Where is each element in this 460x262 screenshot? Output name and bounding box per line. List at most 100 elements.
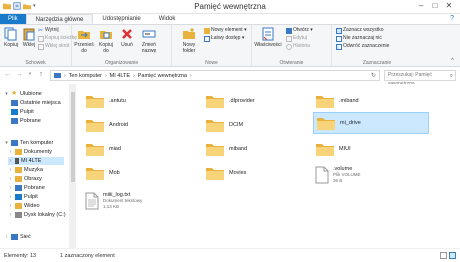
list-item[interactable]: miband <box>203 138 319 160</box>
nav-local-disk[interactable]: › Dysk lokalny (C:) <box>8 211 66 219</box>
nav-downloads-pc[interactable]: › Pobrane <box>8 184 45 192</box>
expand-icon[interactable]: ▾ <box>4 140 9 146</box>
rename-button[interactable]: Zmień nazwę <box>138 27 160 54</box>
move-to-button[interactable]: Przenieś do <box>74 27 94 54</box>
nav-documents[interactable]: › Dokumenty <box>8 148 52 156</box>
nav-downloads[interactable]: Pobrane <box>11 117 41 125</box>
desktop-icon <box>15 194 22 200</box>
nav-recent[interactable]: Ostatnie miejsca <box>11 99 61 107</box>
list-item[interactable]: .dlprovider <box>203 90 319 112</box>
collapse-arrow-icon[interactable]: › <box>8 167 13 173</box>
list-item[interactable]: .antutu <box>83 90 199 112</box>
select-all-button[interactable]: Zaznacz wszystko <box>336 27 384 34</box>
tab-share[interactable]: Udostępnianie <box>93 14 149 24</box>
tab-file[interactable]: Plik <box>0 14 26 24</box>
move-to-icon <box>78 31 90 39</box>
help-icon[interactable]: ? <box>450 15 454 22</box>
tiles-view-icon[interactable] <box>449 252 456 259</box>
properties-button[interactable]: Właściwości <box>254 27 282 48</box>
copy-to-icon <box>100 31 112 39</box>
list-item[interactable]: MIUI <box>313 138 429 160</box>
back-icon[interactable]: ← <box>4 71 12 78</box>
collapse-ribbon-icon[interactable]: ^ <box>451 58 454 64</box>
breadcrumb-mi4lte[interactable]: MI 4LTE <box>110 73 130 79</box>
scrollbar-thumb[interactable] <box>71 92 75 182</box>
list-item[interactable]: .miband <box>313 90 429 112</box>
nav-this-pc[interactable]: ▾ Ten komputer <box>4 139 53 147</box>
select-none-button[interactable]: Nie zaznaczaj nic <box>336 35 382 42</box>
cut-button[interactable]: ✂ Wytnij <box>38 27 59 34</box>
tab-home[interactable]: Narzędzia główne <box>25 14 94 24</box>
paste-icon <box>23 28 35 41</box>
collapse-arrow-icon[interactable]: › <box>8 212 13 218</box>
collapse-arrow-icon[interactable]: › <box>4 234 9 240</box>
nav-mi4lte[interactable]: › MI 4LTE <box>8 157 64 165</box>
documents-icon <box>15 149 22 155</box>
address-field[interactable]: › Ten komputer › MI 4LTE › Pamięć wewnęt… <box>50 70 380 81</box>
maximize-button[interactable]: □ <box>428 0 442 12</box>
nav-videos[interactable]: › Wideo <box>8 202 40 210</box>
navigation-scrollbar[interactable] <box>70 84 76 248</box>
search-icon: ⌕ <box>449 73 453 79</box>
folder-icon <box>316 96 334 108</box>
folder-icon <box>86 96 104 108</box>
paste-shortcut-button[interactable]: Wklej skrót <box>38 43 69 50</box>
breadcrumb-internal-storage[interactable]: Pamięć wewnętrzna <box>138 73 187 79</box>
folder-icon <box>86 144 104 156</box>
list-item[interactable]: Movies <box>203 162 319 184</box>
new-folder-button[interactable]: Nowy folder <box>178 27 200 54</box>
nav-network[interactable]: › Sieć <box>4 233 31 241</box>
expand-icon[interactable]: ▾ <box>4 91 9 97</box>
list-item[interactable]: DCIM <box>203 114 319 136</box>
list-item[interactable]: Android <box>83 114 199 136</box>
breadcrumb-this-pc[interactable]: Ten komputer <box>69 73 102 79</box>
list-item[interactable]: .volume Plik VOLUME 36 B <box>313 162 429 188</box>
nav-desktop-pc[interactable]: › Pulpit <box>8 193 38 201</box>
collapse-arrow-icon[interactable]: › <box>8 185 13 191</box>
group-select-label: Zaznaczanie <box>362 60 392 66</box>
list-item[interactable]: miiii_log.txt Dokument tekstowy 1,13 KB <box>83 188 199 214</box>
folder-icon <box>206 96 224 108</box>
nav-favorites[interactable]: ▾ ★ Ulubione <box>4 90 41 98</box>
collapse-arrow-icon[interactable]: › <box>8 194 13 200</box>
list-item-selected[interactable]: mi_drive <box>313 112 429 134</box>
list-item[interactable]: miad <box>83 138 199 160</box>
up-icon[interactable]: ↑ <box>37 71 45 78</box>
easy-access-button[interactable]: Łatwy dostęp ▾ <box>204 35 244 42</box>
invert-selection-button[interactable]: Odwróć zaznaczenie <box>336 43 389 50</box>
copy-button[interactable]: Kopiuj <box>2 27 20 48</box>
collapse-arrow-icon[interactable]: › <box>8 203 13 209</box>
edit-button[interactable]: Edytuj <box>286 35 307 42</box>
refresh-icon[interactable]: ↻ <box>371 72 376 79</box>
list-item[interactable]: Mob <box>83 162 199 184</box>
nav-desktop[interactable]: Pulpit <box>11 108 34 116</box>
copy-to-button[interactable]: Kopiuj do <box>96 27 116 54</box>
search-input[interactable]: Przeszukaj: Pamięć wewnętrzna ⌕ <box>384 70 456 87</box>
paste-button[interactable]: Wklej <box>20 27 38 48</box>
tab-view[interactable]: Widok <box>150 14 185 24</box>
navigation-pane: ▾ ★ Ulubione Ostatnie miejsca Pulpit Pob… <box>0 84 70 248</box>
navigation-buttons: ← → ▾ ↑ <box>4 71 45 78</box>
new-element-button[interactable]: Nowy element ▾ <box>204 27 247 34</box>
collapse-arrow-icon[interactable]: › <box>8 149 13 155</box>
new-element-icon <box>204 27 210 34</box>
window-controls: – □ ✕ <box>414 0 456 12</box>
details-view-icon[interactable] <box>440 252 447 259</box>
nav-pictures[interactable]: › Obrazy <box>8 175 42 183</box>
easy-access-icon <box>204 35 210 42</box>
minimize-button[interactable]: – <box>414 0 428 12</box>
folder-icon <box>86 120 104 132</box>
nav-music[interactable]: › Muzyka <box>8 166 43 174</box>
star-icon: ★ <box>11 90 18 97</box>
recent-dropdown-icon[interactable]: ▾ <box>26 71 34 78</box>
collapse-arrow-icon[interactable]: › <box>8 158 13 164</box>
window-title: Pamięć wewnętrzna <box>194 2 266 11</box>
collapse-arrow-icon[interactable]: › <box>8 176 13 182</box>
properties-icon <box>262 27 274 41</box>
open-button[interactable]: Otwórz ▾ <box>286 27 313 34</box>
history-button[interactable]: Historia <box>286 43 310 50</box>
close-button[interactable]: ✕ <box>442 0 456 12</box>
forward-icon[interactable]: → <box>15 71 23 78</box>
group-open: Właściwości Otwórz ▾ Edytuj Historia Otw… <box>252 25 332 67</box>
delete-button[interactable]: Usuń <box>118 27 136 48</box>
